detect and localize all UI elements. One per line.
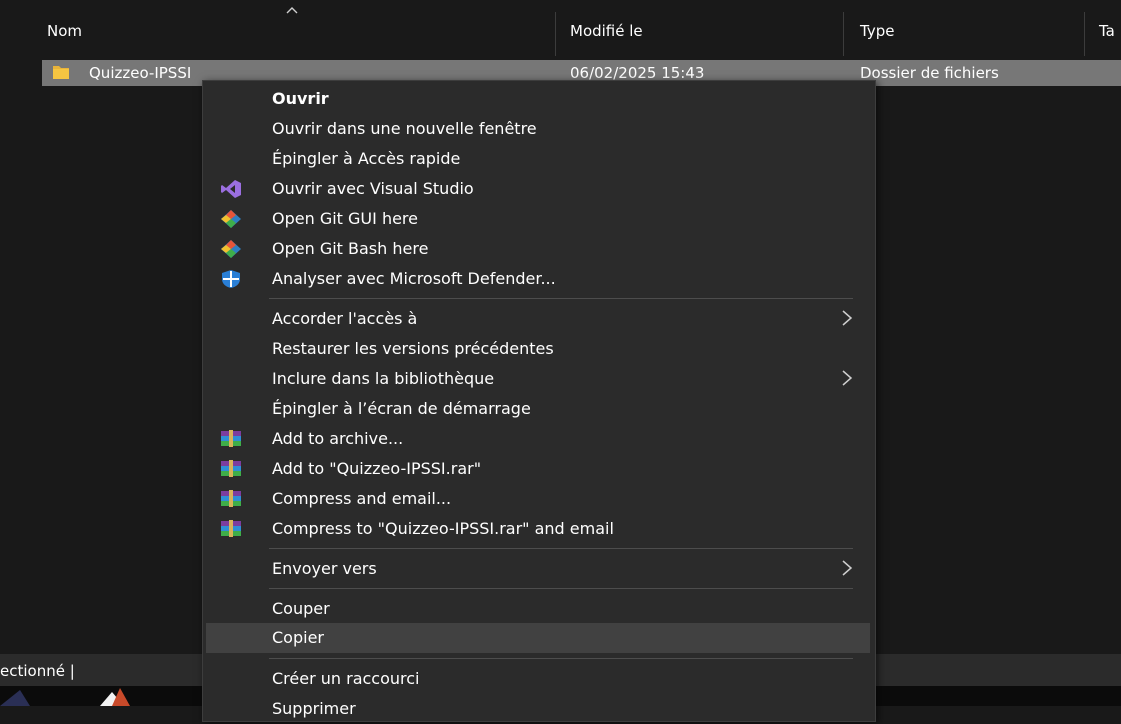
file-type: Dossier de fichiers	[860, 64, 999, 82]
column-header: Nom Modifié le Type Ta	[0, 0, 1121, 60]
status-selected-text: ectionné |	[0, 662, 75, 680]
column-name[interactable]: Nom	[47, 22, 82, 40]
menu-item-open-git-gui[interactable]: Open Git GUI here	[206, 204, 870, 234]
menu-separator	[269, 548, 853, 549]
menu-item-give-access[interactable]: Accorder l'accès à	[206, 304, 870, 334]
menu-item-open[interactable]: Ouvrir	[206, 84, 870, 114]
chevron-right-icon	[842, 310, 853, 326]
menu-item-add-to-rar[interactable]: Add to "Quizzeo-IPSSI.rar"	[206, 454, 870, 484]
column-divider[interactable]	[555, 12, 556, 56]
menu-item-pin-quick-access[interactable]: Épingler à Accès rapide	[206, 144, 870, 174]
menu-item-label: Open Git Bash here	[272, 239, 429, 258]
menu-item-label: Inclure dans la bibliothèque	[272, 369, 495, 388]
menu-item-open-visual-studio[interactable]: Ouvrir avec Visual Studio	[206, 174, 870, 204]
git-icon	[221, 210, 241, 228]
menu-item-compress-email[interactable]: Compress and email...	[206, 484, 870, 514]
menu-item-label: Ouvrir avec Visual Studio	[272, 179, 474, 198]
menu-item-label: Épingler à l’écran de démarrage	[272, 399, 531, 418]
menu-item-label: Couper	[272, 599, 330, 618]
menu-item-delete[interactable]: Supprimer	[206, 694, 870, 724]
winrar-icon	[221, 460, 241, 477]
column-size[interactable]: Ta	[1099, 22, 1115, 40]
defender-shield-icon	[222, 270, 240, 288]
column-divider[interactable]	[1084, 12, 1085, 56]
menu-item-send-to[interactable]: Envoyer vers	[206, 554, 870, 584]
menu-item-open-new-window[interactable]: Ouvrir dans une nouvelle fenêtre	[206, 114, 870, 144]
menu-separator	[269, 588, 853, 589]
menu-item-add-to-archive[interactable]: Add to archive...	[206, 424, 870, 454]
menu-item-compress-rar-email[interactable]: Compress to "Quizzeo-IPSSI.rar" and emai…	[206, 514, 870, 544]
git-icon	[221, 240, 241, 258]
sort-caret-icon[interactable]	[286, 6, 298, 14]
menu-item-label: Supprimer	[272, 699, 356, 718]
visual-studio-icon	[221, 180, 241, 198]
menu-item-label: Ouvrir dans une nouvelle fenêtre	[272, 119, 537, 138]
menu-item-copy[interactable]: Copier	[206, 623, 870, 653]
menu-item-label: Analyser avec Microsoft Defender...	[272, 269, 556, 288]
chevron-right-icon	[842, 370, 853, 386]
file-name: Quizzeo-IPSSI	[89, 64, 192, 82]
column-divider[interactable]	[843, 12, 844, 56]
menu-item-label: Créer un raccourci	[272, 669, 420, 688]
winrar-icon	[221, 430, 241, 447]
menu-item-label: Open Git GUI here	[272, 209, 418, 228]
menu-separator	[269, 658, 853, 659]
menu-item-pin-start[interactable]: Épingler à l’écran de démarrage	[206, 394, 870, 424]
column-type[interactable]: Type	[860, 22, 894, 40]
menu-item-restore-versions[interactable]: Restaurer les versions précédentes	[206, 334, 870, 364]
menu-item-label: Compress to "Quizzeo-IPSSI.rar" and emai…	[272, 519, 614, 538]
menu-separator	[269, 298, 853, 299]
menu-item-label: Ouvrir	[272, 89, 329, 108]
menu-item-label: Add to archive...	[272, 429, 404, 448]
winrar-icon	[221, 490, 241, 507]
wallpaper-glint	[0, 688, 130, 706]
menu-item-label: Add to "Quizzeo-IPSSI.rar"	[272, 459, 482, 478]
menu-item-label: Épingler à Accès rapide	[272, 149, 461, 168]
menu-item-label: Restaurer les versions précédentes	[272, 339, 554, 358]
menu-item-cut[interactable]: Couper	[206, 594, 870, 624]
folder-icon	[53, 66, 69, 79]
chevron-right-icon	[842, 560, 853, 576]
menu-item-open-git-bash[interactable]: Open Git Bash here	[206, 234, 870, 264]
winrar-icon	[221, 520, 241, 537]
menu-item-label: Envoyer vers	[272, 559, 377, 578]
menu-item-label: Compress and email...	[272, 489, 452, 508]
context-menu: Ouvrir Ouvrir dans une nouvelle fenêtre …	[202, 80, 876, 722]
menu-item-scan-defender[interactable]: Analyser avec Microsoft Defender...	[206, 264, 870, 294]
menu-item-label: Accorder l'accès à	[272, 309, 418, 328]
column-modified[interactable]: Modifié le	[570, 22, 643, 40]
menu-item-include-library[interactable]: Inclure dans la bibliothèque	[206, 364, 870, 394]
menu-item-label: Copier	[272, 628, 324, 647]
menu-item-create-shortcut[interactable]: Créer un raccourci	[206, 664, 870, 694]
